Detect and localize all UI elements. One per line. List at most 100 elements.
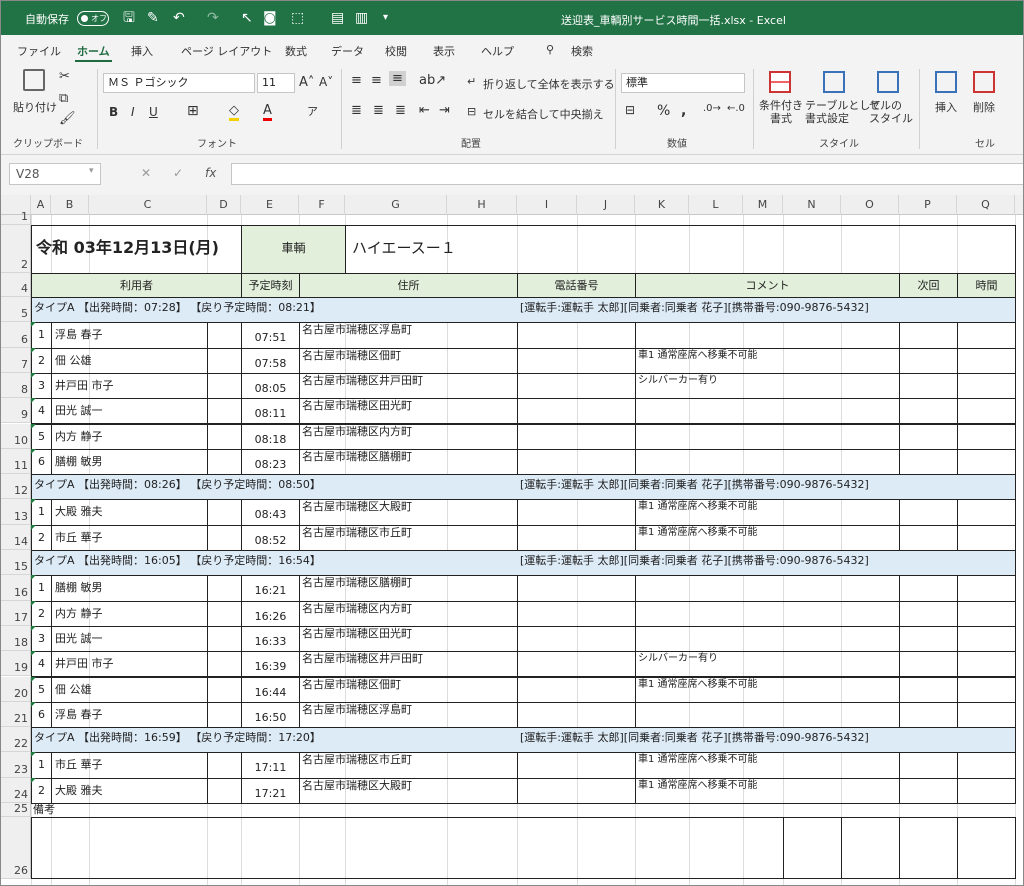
phone[interactable] [517, 651, 636, 678]
format-as-table-icon[interactable] [823, 71, 845, 93]
next-cell[interactable] [899, 625, 958, 653]
borders-icon[interactable]: ⊞ [187, 103, 199, 119]
column-header-n[interactable]: N [783, 195, 841, 215]
scheduled-time[interactable]: 07:51 [241, 322, 300, 349]
document-export-icon[interactable]: ▥ [355, 10, 368, 26]
align-bottom-icon[interactable]: ≡ [389, 71, 406, 86]
spacer-cell[interactable] [207, 651, 242, 678]
comment[interactable] [635, 322, 900, 349]
next-cell[interactable] [899, 524, 958, 551]
number-format-select[interactable]: 標準 [621, 73, 745, 93]
passenger-name[interactable]: 佃 公雄 [51, 347, 208, 374]
undo-icon[interactable]: ↶ [173, 10, 185, 26]
name-box[interactable]: V28 [9, 163, 101, 185]
bold-icon[interactable]: B [109, 105, 118, 119]
column-title-0[interactable]: 利用者 [31, 273, 242, 298]
cut-icon[interactable]: ✂ [59, 69, 70, 84]
passenger-name[interactable]: 田光 誠一 [51, 398, 208, 425]
comment[interactable]: 車1 通常座席へ移乗不可能 [635, 347, 900, 374]
scheduled-time[interactable]: 08:05 [241, 372, 300, 400]
conditional-formatting-icon[interactable] [769, 71, 791, 93]
worksheet[interactable]: ABCDEFGHIJKLMNOPQ 1 2 4 5 6 7 8 9 10 11 12 13 14 15 16… [1, 195, 1023, 885]
merge-center-button[interactable]: セルを結合して中央揃え [483, 106, 604, 122]
scheduled-time[interactable]: 16:50 [241, 701, 300, 729]
document-icon[interactable]: ▤ [331, 10, 344, 26]
row-header-21[interactable]: 21 [1, 701, 31, 728]
decrease-indent-icon[interactable]: ⇤ [419, 103, 430, 118]
italic-icon[interactable]: I [131, 105, 135, 119]
customize-qa-icon[interactable]: ▾ [383, 10, 388, 26]
row-header-8[interactable]: 8 [1, 372, 31, 399]
spacer-cell[interactable] [207, 322, 242, 349]
scheduled-time[interactable]: 16:21 [241, 575, 300, 602]
phone[interactable] [517, 752, 636, 779]
autosave-toggle[interactable]: オフ [77, 11, 109, 26]
column-header-i[interactable]: I [517, 195, 577, 215]
time-cell[interactable] [957, 499, 1016, 526]
column-header-p[interactable]: P [899, 195, 957, 215]
scheduled-time[interactable]: 16:44 [241, 676, 300, 703]
spacer-cell[interactable] [207, 347, 242, 374]
currency-icon[interactable]: ⊟ [625, 103, 635, 117]
spacer-cell[interactable] [207, 398, 242, 425]
phone[interactable] [517, 625, 636, 653]
next-cell[interactable] [899, 676, 958, 703]
column-header-h[interactable]: H [447, 195, 517, 215]
tab-view[interactable]: 表示 [433, 43, 455, 59]
row-header-18[interactable]: 18 [1, 625, 31, 652]
time-cell[interactable] [957, 448, 1016, 476]
column-header-b[interactable]: B [51, 195, 89, 215]
comment[interactable] [635, 448, 900, 476]
remarks-cell[interactable] [841, 817, 900, 879]
increase-indent-icon[interactable]: ⇥ [439, 103, 450, 118]
pointer-icon[interactable]: ↖ [241, 10, 253, 26]
next-cell[interactable] [899, 423, 958, 450]
phone[interactable] [517, 398, 636, 425]
column-header-m[interactable]: M [743, 195, 783, 215]
column-header-q[interactable]: Q [957, 195, 1015, 215]
trip-section-header[interactable]: タイプA 【出発時間：16:05】 【戻り予定時間：16:54】 [運転手:運転手… [31, 550, 1016, 577]
passenger-name[interactable]: 田光 誠一 [51, 625, 208, 653]
spacer-cell[interactable] [207, 752, 242, 779]
save-as-icon[interactable]: ✎ [147, 10, 159, 26]
cell-styles-icon[interactable] [877, 71, 899, 93]
row-header-23[interactable]: 23 [1, 752, 31, 778]
address[interactable]: 名古屋市瑞穂区膳棚町 [299, 448, 518, 476]
comment[interactable]: シルバーカー有り [635, 372, 900, 400]
phone[interactable] [517, 448, 636, 476]
next-cell[interactable] [899, 499, 958, 526]
spacer-cell[interactable] [207, 448, 242, 476]
cell-styles-button[interactable]: セルの スタイル [869, 99, 913, 125]
spacer-cell[interactable] [207, 600, 242, 627]
column-header-a[interactable]: A [31, 195, 51, 215]
address[interactable]: 名古屋市瑞穂区市丘町 [299, 524, 518, 551]
align-right-icon[interactable]: ≣ [395, 103, 406, 118]
time-cell[interactable] [957, 575, 1016, 602]
row-header-24[interactable]: 24 [1, 777, 31, 803]
passenger-name[interactable]: 市丘 華子 [51, 752, 208, 779]
passenger-name[interactable]: 膳棚 敏男 [51, 448, 208, 476]
phone[interactable] [517, 600, 636, 627]
column-header-e[interactable]: E [241, 195, 299, 215]
passenger-name[interactable]: 内方 静子 [51, 600, 208, 627]
comment[interactable] [635, 423, 900, 450]
time-cell[interactable] [957, 777, 1016, 804]
orientation-icon[interactable]: ab↗ [419, 73, 446, 88]
vehicle-label-cell[interactable]: 車輌 [241, 225, 346, 274]
row-header-10[interactable]: 10 [1, 423, 31, 449]
next-cell[interactable] [899, 752, 958, 779]
time-cell[interactable] [957, 524, 1016, 551]
wrap-text-button[interactable]: 折り返して全体を表示する [483, 76, 615, 92]
tab-page-layout[interactable]: ページ レイアウト [181, 43, 272, 59]
address[interactable]: 名古屋市瑞穂区内方町 [299, 423, 518, 450]
phone[interactable] [517, 322, 636, 349]
trip-section-header[interactable]: タイプA 【出発時間：08:26】 【戻り予定時間：08:50】 [運転手:運転手… [31, 474, 1016, 501]
scheduled-time[interactable]: 16:26 [241, 600, 300, 627]
save-icon[interactable]: 🖫 [123, 10, 135, 26]
comment[interactable]: 車1 通常座席へ移乗不可能 [635, 524, 900, 551]
scheduled-time[interactable]: 17:21 [241, 777, 300, 804]
remarks-cell[interactable] [957, 817, 1016, 879]
next-cell[interactable] [899, 398, 958, 425]
remarks-cell[interactable] [31, 817, 784, 879]
spacer-cell[interactable] [207, 676, 242, 703]
